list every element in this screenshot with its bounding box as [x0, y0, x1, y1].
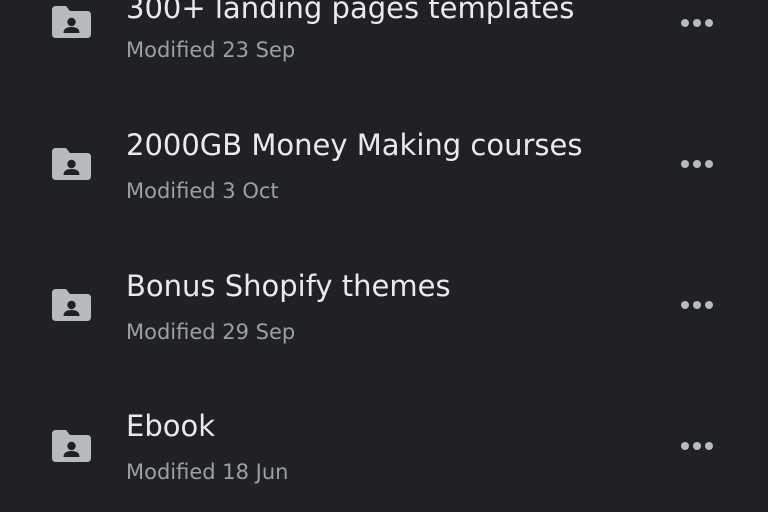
file-modified: Modified 18 Jun — [126, 460, 289, 484]
list-item[interactable]: 300+ landing pages templates Modified 23… — [0, 0, 768, 100]
file-list: 300+ landing pages templates Modified 23… — [0, 0, 768, 512]
shared-folder-icon — [52, 430, 91, 462]
shared-folder-icon — [52, 148, 91, 180]
file-modified: Modified 3 Oct — [126, 179, 279, 203]
more-icon[interactable] — [672, 150, 722, 178]
file-title: 2000GB Money Making courses — [126, 128, 583, 162]
file-modified: Modified 23 Sep — [126, 38, 296, 62]
more-icon[interactable] — [672, 432, 722, 460]
more-icon[interactable] — [672, 9, 722, 37]
more-icon[interactable] — [672, 291, 722, 319]
file-title: Bonus Shopify themes — [126, 269, 451, 303]
shared-folder-icon — [52, 289, 91, 321]
file-title: Ebook — [126, 409, 216, 443]
list-item[interactable]: 2000GB Money Making courses Modified 3 O… — [0, 100, 768, 240]
list-item[interactable]: Bonus Shopify themes Modified 29 Sep — [0, 241, 768, 381]
file-title: 300+ landing pages templates — [126, 0, 575, 25]
shared-folder-icon — [52, 6, 91, 38]
list-item[interactable]: Ebook Modified 18 Jun — [0, 381, 768, 512]
file-modified: Modified 29 Sep — [126, 320, 296, 344]
